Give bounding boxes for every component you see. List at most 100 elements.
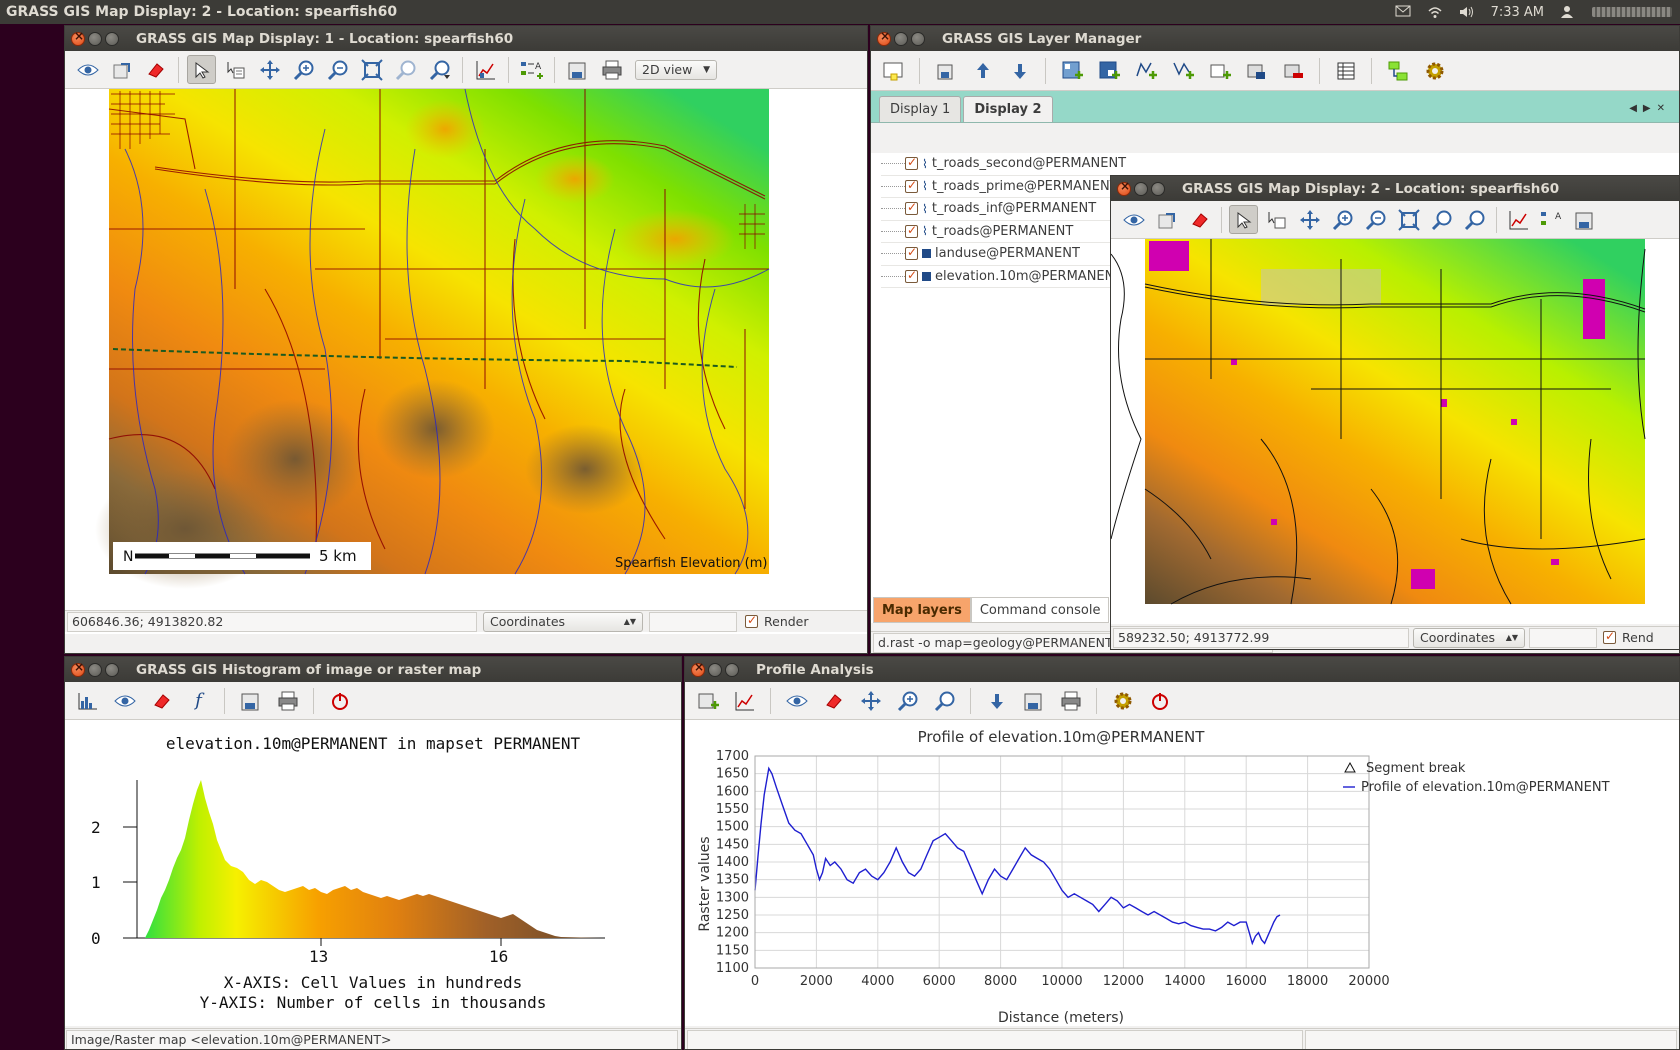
- query-icon[interactable]: [1262, 205, 1291, 234]
- save-image-icon[interactable]: [1570, 205, 1599, 234]
- volume-icon[interactable]: [1459, 5, 1475, 19]
- quit-icon[interactable]: [1145, 686, 1174, 715]
- mail-icon[interactable]: [1395, 5, 1411, 19]
- user-name[interactable]: [1592, 7, 1672, 17]
- minimize-button[interactable]: [1134, 181, 1148, 196]
- pan-icon[interactable]: [255, 55, 284, 84]
- select-raster-icon[interactable]: [693, 686, 722, 715]
- zoom-extent-icon[interactable]: [357, 55, 386, 84]
- eraser-icon[interactable]: [141, 55, 170, 84]
- map-canvas-1[interactable]: N 5 km Spearfish Elevation (m): [65, 89, 867, 634]
- eye-icon[interactable]: [110, 686, 139, 715]
- user-icon[interactable]: [1560, 5, 1576, 19]
- eraser-icon[interactable]: [819, 686, 848, 715]
- add-raster-misc-icon[interactable]: [1094, 56, 1123, 85]
- eye-icon[interactable]: [1119, 205, 1148, 234]
- remove-layer-icon[interactable]: [1279, 56, 1308, 85]
- workspace-open-icon[interactable]: [968, 56, 997, 85]
- render-check-icon[interactable]: [745, 613, 758, 628]
- add-group-icon[interactable]: [1205, 56, 1234, 85]
- decoration-icon[interactable]: A: [1537, 205, 1566, 234]
- decoration-icon[interactable]: A: [517, 55, 546, 84]
- minimize-button[interactable]: [88, 662, 102, 677]
- wifi-icon[interactable]: [1427, 5, 1443, 19]
- function-icon[interactable]: f: [184, 686, 213, 715]
- modeler-icon[interactable]: [1383, 56, 1412, 85]
- maximize-button[interactable]: [1151, 181, 1165, 196]
- analyze-icon[interactable]: [1504, 205, 1533, 234]
- eraser-icon[interactable]: [1185, 205, 1214, 234]
- pointer-icon[interactable]: [1229, 205, 1258, 234]
- zoom-in-icon[interactable]: [1328, 205, 1357, 234]
- new-display-icon[interactable]: [879, 56, 908, 85]
- zoom-menu-icon[interactable]: [1460, 205, 1489, 234]
- add-overlay-icon[interactable]: [1242, 56, 1271, 85]
- titlebar[interactable]: GRASS GIS Map Display: 2 - Location: spe…: [1111, 176, 1679, 201]
- layer-visible-checkbox[interactable]: [905, 223, 918, 238]
- render-checkbox[interactable]: Render: [745, 613, 809, 629]
- titlebar[interactable]: Profile Analysis: [685, 657, 1679, 682]
- refresh-layer-icon[interactable]: [107, 55, 136, 84]
- close-button[interactable]: [71, 660, 85, 677]
- maximize-button[interactable]: [725, 662, 739, 677]
- tab-display-1[interactable]: Display 1: [879, 96, 962, 122]
- eye-icon[interactable]: [782, 686, 811, 715]
- layer-visible-checkbox[interactable]: [905, 245, 918, 261]
- quit-icon[interactable]: [325, 686, 354, 715]
- close-button[interactable]: [691, 660, 705, 677]
- save-profile-icon[interactable]: [982, 686, 1011, 715]
- layer-visible-checkbox[interactable]: [905, 155, 918, 171]
- close-button[interactable]: [877, 29, 891, 46]
- layer-row[interactable]: ⌇t_roads_second@PERMANENT: [881, 153, 1679, 176]
- render-checkbox[interactable]: Rend: [1603, 629, 1654, 645]
- analyze-icon[interactable]: [471, 55, 500, 84]
- zoom-out-icon[interactable]: [323, 55, 352, 84]
- save-image-icon[interactable]: [563, 55, 592, 84]
- workspace-new-icon[interactable]: [931, 56, 960, 85]
- tab-display-2[interactable]: Display 2: [963, 96, 1053, 122]
- print-icon[interactable]: [1056, 686, 1085, 715]
- zoom-out-icon[interactable]: [1361, 205, 1390, 234]
- zoom-in-icon[interactable]: [289, 55, 318, 84]
- layer-visible-checkbox[interactable]: [905, 268, 918, 283]
- map-canvas-2[interactable]: [1111, 239, 1679, 624]
- titlebar[interactable]: GRASS GIS Layer Manager: [871, 26, 1679, 51]
- maximize-button[interactable]: [105, 662, 119, 677]
- refresh-layer-icon[interactable]: [1152, 205, 1181, 234]
- layer-visible-checkbox[interactable]: [905, 200, 918, 216]
- pan-icon[interactable]: [856, 686, 885, 715]
- save-image-icon[interactable]: [236, 686, 265, 715]
- titlebar[interactable]: GRASS GIS Map Display: 1 - Location: spe…: [65, 26, 867, 51]
- render-check-icon[interactable]: [1603, 629, 1616, 644]
- minimize-button[interactable]: [894, 31, 908, 46]
- add-vector-misc-icon[interactable]: [1168, 56, 1197, 85]
- zoom-in-icon[interactable]: [893, 686, 922, 715]
- add-raster-icon[interactable]: [1057, 56, 1086, 85]
- settings-gear-icon[interactable]: [1108, 686, 1137, 715]
- eraser-icon[interactable]: [147, 686, 176, 715]
- eye-icon[interactable]: [73, 55, 102, 84]
- titlebar[interactable]: GRASS GIS Histogram of image or raster m…: [65, 657, 681, 682]
- query-icon[interactable]: [221, 55, 250, 84]
- coordinates-mode-select[interactable]: Coordinates ▲▼: [483, 611, 643, 632]
- tab-map-layers[interactable]: Map layers: [873, 597, 971, 623]
- clock[interactable]: 7:33 AM: [1491, 5, 1544, 20]
- draw-transect-icon[interactable]: [730, 686, 759, 715]
- zoom-menu-icon[interactable]: [425, 55, 454, 84]
- layer-visible-checkbox[interactable]: [905, 178, 918, 193]
- coordinates-mode-select[interactable]: Coordinates ▲▼: [1413, 627, 1525, 648]
- close-button[interactable]: [71, 29, 85, 46]
- zoom-back-icon[interactable]: [391, 55, 420, 84]
- settings-gear-icon[interactable]: [1420, 56, 1449, 85]
- pan-icon[interactable]: [1295, 205, 1324, 234]
- minimize-button[interactable]: [88, 31, 102, 46]
- tab-command-console[interactable]: Command console: [970, 597, 1110, 623]
- workspace-save-icon[interactable]: [1005, 56, 1034, 85]
- view-mode-select[interactable]: 2D view ▼: [635, 59, 717, 80]
- zoom-back-icon[interactable]: [1427, 205, 1456, 234]
- save-image-icon[interactable]: [1019, 686, 1048, 715]
- add-vector-icon[interactable]: [1131, 56, 1160, 85]
- attribute-table-icon[interactable]: [1331, 56, 1360, 85]
- close-button[interactable]: [1117, 179, 1131, 196]
- pointer-icon[interactable]: [187, 55, 216, 84]
